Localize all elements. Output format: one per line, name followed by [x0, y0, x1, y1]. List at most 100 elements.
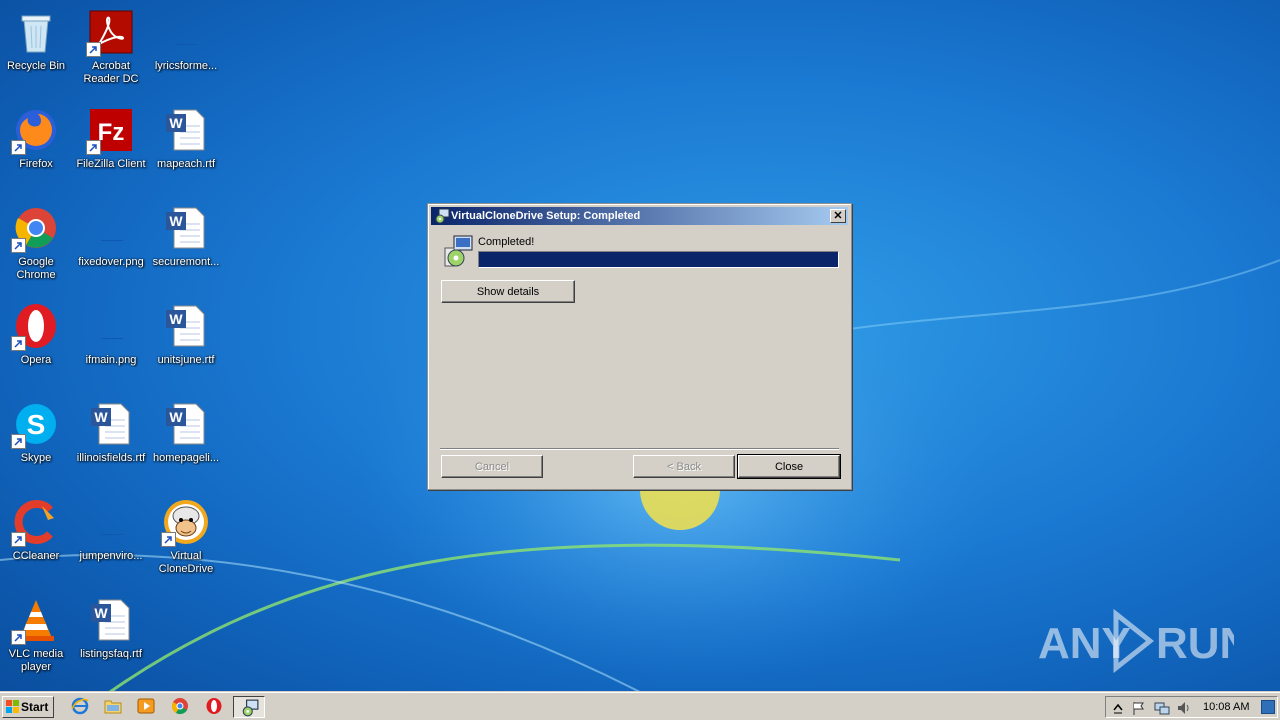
media-player-icon[interactable] [137, 697, 157, 717]
svg-text:W: W [169, 409, 183, 425]
show-details-button[interactable]: Show details [441, 280, 575, 303]
installer-icon [444, 235, 473, 267]
icon-label: CCleaner [12, 550, 60, 562]
icon-label: listingsfaq.rtf [80, 648, 142, 660]
chrome-icon [11, 204, 60, 253]
shortcut-arrow-icon [161, 532, 176, 547]
word-doc-icon: W [162, 302, 210, 350]
shortcut-arrow-icon [86, 42, 101, 57]
setup-icon [242, 699, 259, 717]
desktop: Recycle Bin Firefox Google Chrome Opera … [0, 0, 1280, 692]
dialog-close-button[interactable]: ✕ [830, 209, 846, 223]
shortcut-arrow-icon [11, 630, 26, 645]
shortcut-arrow-icon [11, 336, 26, 351]
word-doc-icon: W [162, 400, 210, 448]
icon-label: jumpenviro... [79, 550, 143, 562]
taskbar-setup-window-button[interactable] [233, 696, 265, 718]
network-icon[interactable] [1154, 700, 1170, 716]
windows-flag-icon [6, 700, 19, 713]
svg-text:W: W [169, 213, 183, 229]
desktop-icon-ifmain[interactable]: ifmain.png [73, 298, 149, 388]
desktop-icon-skype[interactable]: S Skype [0, 396, 74, 486]
icon-label: Opera [20, 354, 52, 366]
acrobat-reader-icon [86, 8, 135, 57]
icon-label: mapeach.rtf [156, 158, 216, 170]
blank-file-icon [87, 498, 135, 546]
desktop-icon-google-chrome[interactable]: Google Chrome [0, 200, 74, 290]
folder-icon[interactable] [104, 697, 124, 717]
blank-file-icon [87, 204, 135, 252]
start-label: Start [21, 700, 49, 714]
desktop-icon-opera[interactable]: Opera [0, 298, 74, 388]
svg-text:W: W [94, 605, 108, 621]
icon-label: Recycle Bin [6, 60, 66, 72]
desktop-icon-recycle-bin[interactable]: Recycle Bin [0, 4, 74, 94]
icon-label: Firefox [19, 158, 53, 170]
cancel-button[interactable]: Cancel [441, 455, 543, 478]
desktop-icon-fixedover[interactable]: fixedover.png [73, 200, 149, 290]
icon-label: ifmain.png [85, 354, 137, 366]
blank-file-icon [87, 302, 135, 350]
desktop-icon-lyricsforme[interactable]: lyricsforme... [148, 4, 224, 94]
setup-dialog: VirtualCloneDrive Setup: Completed ✕ Com… [427, 203, 852, 490]
desktop-icon-unitsjune[interactable]: W unitsjune.rtf [148, 298, 224, 388]
icon-label: fixedover.png [78, 256, 144, 268]
word-doc-icon: W [87, 596, 135, 644]
opera-icon[interactable] [205, 697, 225, 717]
shortcut-arrow-icon [11, 434, 26, 449]
desktop-icon-homepageli[interactable]: W homepageli... [148, 396, 224, 486]
show-hidden-icons-icon[interactable] [1110, 700, 1126, 716]
skype-icon: S [11, 400, 60, 449]
desktop-icon-acrobat-reader[interactable]: Acrobat Reader DC [73, 4, 149, 94]
desktop-icon-vlc[interactable]: VLC media player [0, 592, 74, 682]
desktop-icon-filezilla[interactable]: Fz FileZilla Client [73, 102, 149, 192]
desktop-icon-listingsfaq[interactable]: W listingsfaq.rtf [73, 592, 149, 682]
anyrun-watermark: ANY RUN [1038, 608, 1251, 674]
svg-text:S: S [27, 409, 46, 440]
svg-text:W: W [94, 409, 108, 425]
svg-text:RUN: RUN [1156, 619, 1234, 668]
recycle-bin-icon [12, 8, 60, 56]
internet-explorer-icon[interactable] [71, 697, 91, 717]
taskbar: Start 10:08 AM [0, 692, 1280, 720]
desktop-icon-illinoisfields[interactable]: W illinoisfields.rtf [73, 396, 149, 486]
show-desktop-button[interactable] [1261, 700, 1275, 714]
ccleaner-icon [11, 498, 60, 547]
blank-file-icon [162, 8, 210, 56]
dialog-title: VirtualCloneDrive Setup: Completed [451, 210, 641, 222]
progress-fill [479, 252, 838, 267]
anyrun-logo-icon: ANY RUN [1038, 608, 1251, 674]
shortcut-arrow-icon [11, 532, 26, 547]
word-doc-icon: W [162, 204, 210, 252]
desktop-icon-firefox[interactable]: Firefox [0, 102, 74, 192]
button-separator [440, 448, 839, 450]
filezilla-icon: Fz [86, 106, 135, 155]
dialog-titlebar[interactable]: VirtualCloneDrive Setup: Completed ✕ [431, 207, 848, 225]
action-center-flag-icon[interactable] [1131, 700, 1147, 716]
opera-icon [11, 302, 60, 351]
word-doc-icon: W [162, 106, 210, 154]
desktop-icon-jumpenviro[interactable]: jumpenviro... [73, 494, 149, 584]
icon-label: VLC media player [8, 648, 64, 673]
desktop-icon-virtual-clonedrive[interactable]: Virtual CloneDrive [148, 494, 224, 584]
icon-label: lyricsforme... [154, 60, 218, 72]
icon-label: homepageli... [152, 452, 220, 464]
close-button[interactable]: Close [737, 454, 841, 479]
svg-text:Fz: Fz [98, 119, 125, 146]
chrome-icon[interactable] [171, 697, 191, 717]
back-button[interactable]: < Back [633, 455, 735, 478]
icon-label: illinoisfields.rtf [76, 452, 146, 464]
desktop-icon-mapeach[interactable]: W mapeach.rtf [148, 102, 224, 192]
icon-label: Google Chrome [16, 256, 56, 281]
start-button[interactable]: Start [2, 696, 54, 718]
close-icon: ✕ [833, 210, 843, 222]
icon-label: FileZilla Client [76, 158, 146, 170]
svg-text:W: W [169, 115, 183, 131]
firefox-icon [11, 106, 60, 155]
desktop-icon-securemont[interactable]: W securemont... [148, 200, 224, 290]
clock[interactable]: 10:08 AM [1203, 701, 1249, 713]
desktop-icon-ccleaner[interactable]: CCleaner [0, 494, 74, 584]
word-doc-icon: W [87, 400, 135, 448]
volume-icon[interactable] [1176, 700, 1192, 716]
virtual-clonedrive-icon [161, 498, 210, 547]
